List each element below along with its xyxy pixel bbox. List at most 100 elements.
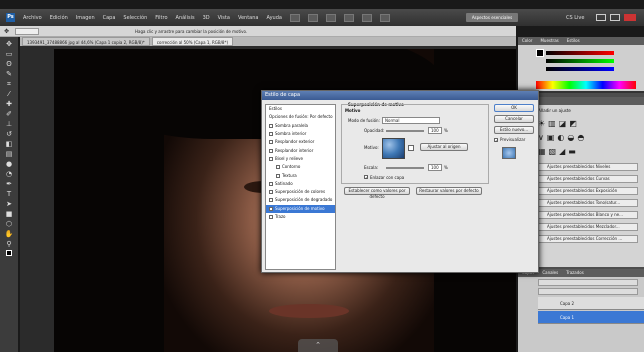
hand-tool-icon[interactable]: ✋	[4, 230, 15, 239]
scale-field[interactable]: 100	[428, 164, 442, 171]
preview-checkbox[interactable]: ✓	[494, 137, 498, 142]
tab-paths[interactable]: Trazados	[566, 269, 584, 277]
link-checkbox[interactable]: ✓	[364, 175, 368, 180]
arrange-documents-button[interactable]	[361, 13, 372, 22]
menu-filtro[interactable]: Filtro	[155, 15, 167, 21]
eraser-tool-icon[interactable]: ◧	[4, 140, 15, 149]
stamp-tool-icon[interactable]: ⊥	[4, 120, 15, 129]
blend-mode-select[interactable]: Normal	[382, 117, 440, 124]
move-tool-icon[interactable]: ✥	[4, 40, 15, 49]
menu-imagen[interactable]: Imagen	[76, 15, 95, 21]
style-item-gradient-overlay[interactable]: Superposición de degradado	[266, 196, 335, 204]
lock-row[interactable]	[538, 288, 638, 295]
minibridge-button[interactable]	[307, 13, 318, 22]
style-item-satin[interactable]: Satinado	[266, 180, 335, 188]
preset-curves[interactable]: Ajustes preestablecidos Curvas	[538, 175, 638, 183]
ok-button[interactable]: OK	[494, 104, 534, 112]
cs-live-button[interactable]: CS Live	[566, 15, 584, 21]
history-brush-tool-icon[interactable]: ↺	[4, 130, 15, 139]
checkbox[interactable]	[269, 206, 273, 211]
snap-to-origin-button[interactable]: Ajustar al origen	[420, 143, 468, 151]
checkbox[interactable]	[269, 132, 273, 137]
style-item-blending[interactable]: Opciones de fusión: Por defecto	[266, 113, 335, 121]
close-button[interactable]	[624, 14, 636, 21]
style-item-inner-glow[interactable]: Resplandor interior	[266, 146, 335, 154]
tab-document-1[interactable]: 1393491_37488866 jpg al 44,6% (Capa 1 co…	[22, 37, 150, 46]
style-item-estilos[interactable]: Estilos	[266, 105, 335, 113]
tab-document-2[interactable]: corrección al 50% (Capa 1, RGB/8*)	[151, 37, 234, 46]
preset-exposure[interactable]: Ajustes preestablecidos Exposición	[538, 187, 638, 195]
scale-slider[interactable]	[386, 167, 424, 169]
menu-capa[interactable]: Capa	[103, 15, 116, 21]
style-item-inner-shadow[interactable]: Sombra interior	[266, 130, 335, 138]
green-slider[interactable]	[546, 59, 614, 63]
foreground-swatch[interactable]	[536, 49, 544, 57]
preset-black-white[interactable]: Ajustes preestablecidos Blanco y ne...	[538, 211, 638, 219]
tab-styles[interactable]: Estilos	[567, 37, 580, 45]
gradient-tool-icon[interactable]: ▤	[4, 150, 15, 159]
type-tool-icon[interactable]: T	[4, 190, 15, 199]
menu-ayuda[interactable]: Ayuda	[266, 15, 281, 21]
layer-row-capa-2[interactable]: Capa 2	[538, 297, 644, 310]
menu-analisis[interactable]: Análisis	[176, 15, 195, 21]
blur-tool-icon[interactable]: ●	[4, 160, 15, 169]
opacity-slider[interactable]	[386, 130, 424, 132]
new-style-button[interactable]: Estilo nuevo...	[494, 126, 534, 134]
reset-default-button[interactable]: Restaurar valores por defecto	[416, 187, 482, 195]
minimize-button[interactable]	[596, 14, 606, 21]
menu-archivo[interactable]: Archivo	[23, 15, 42, 21]
video-player-toggle[interactable]: ⌃	[298, 339, 338, 352]
eyedropper-tool-icon[interactable]: ⁄	[4, 90, 15, 99]
menu-ventana[interactable]: Ventana	[238, 15, 259, 21]
shape-tool-icon[interactable]: ■	[4, 210, 15, 219]
pen-tool-icon[interactable]: ✒	[4, 180, 15, 189]
workspace-switcher[interactable]: Aspectos esenciales	[466, 13, 518, 22]
healing-tool-icon[interactable]: ✚	[4, 100, 15, 109]
maximize-button[interactable]	[610, 14, 620, 21]
style-item-contour[interactable]: Contorno	[266, 163, 335, 171]
tab-channels[interactable]: Canales	[542, 269, 558, 277]
layer-row-capa-1[interactable]: Capa 1	[538, 311, 644, 324]
cancel-button[interactable]: Cancelar	[494, 115, 534, 123]
blue-slider[interactable]	[546, 67, 614, 71]
checkbox[interactable]	[276, 173, 280, 178]
bridge-button[interactable]	[289, 13, 300, 22]
zoom-tool-icon[interactable]: ⚲	[4, 240, 15, 249]
preset-selective-color[interactable]: Ajustes preestablecidos Corrección ...	[538, 235, 638, 243]
zoom-level-button[interactable]	[343, 13, 354, 22]
crop-tool-icon[interactable]: ⌗	[4, 80, 15, 89]
style-item-color-overlay[interactable]: Superposición de colores	[266, 188, 335, 196]
checkbox[interactable]	[269, 156, 273, 161]
menu-seleccion[interactable]: Selección	[123, 15, 147, 21]
menu-edicion[interactable]: Edición	[50, 15, 68, 21]
menu-vista[interactable]: Vista	[218, 15, 230, 21]
tab-swatches[interactable]: Muestras	[540, 37, 558, 45]
checkbox[interactable]	[269, 215, 273, 219]
color-ramp[interactable]	[536, 81, 636, 89]
brush-tool-icon[interactable]: ✐	[4, 110, 15, 119]
color-swatches[interactable]	[4, 250, 15, 259]
adjustment-icons-row-1[interactable]: ☀▥◪◩	[538, 119, 638, 129]
style-item-texture[interactable]: Textura	[266, 171, 335, 179]
red-slider[interactable]	[546, 51, 614, 55]
checkbox[interactable]	[269, 198, 273, 203]
marquee-tool-icon[interactable]: ▭	[4, 50, 15, 59]
opacity-field[interactable]: 100	[428, 127, 442, 134]
adjustment-icons-row-2[interactable]: ∨▣◐◒◓	[538, 133, 638, 143]
checkbox[interactable]	[276, 165, 280, 170]
adjustment-icons-row-3[interactable]: ▦▧◢▬	[538, 147, 638, 157]
style-item-drop-shadow[interactable]: Sombra paralela	[266, 122, 335, 130]
path-select-tool-icon[interactable]: ➤	[4, 200, 15, 209]
checkbox[interactable]	[269, 148, 273, 153]
style-item-bevel[interactable]: Bisel y relieve	[266, 155, 335, 163]
preset-channel-mixer[interactable]: Ajustes preestablecidos Mezclador...	[538, 223, 638, 231]
checkbox[interactable]	[269, 181, 273, 186]
checkbox[interactable]	[269, 190, 273, 195]
preset-levels[interactable]: Ajustes preestablecidos Niveles	[538, 163, 638, 171]
style-item-stroke[interactable]: Trazo	[266, 213, 335, 221]
blend-mode-select[interactable]	[538, 279, 638, 286]
style-item-outer-glow[interactable]: Resplandor exterior	[266, 138, 335, 146]
menu-3d[interactable]: 3D	[203, 15, 210, 21]
checkbox[interactable]	[269, 123, 273, 128]
3d-tool-icon[interactable]: ⬡	[4, 220, 15, 229]
